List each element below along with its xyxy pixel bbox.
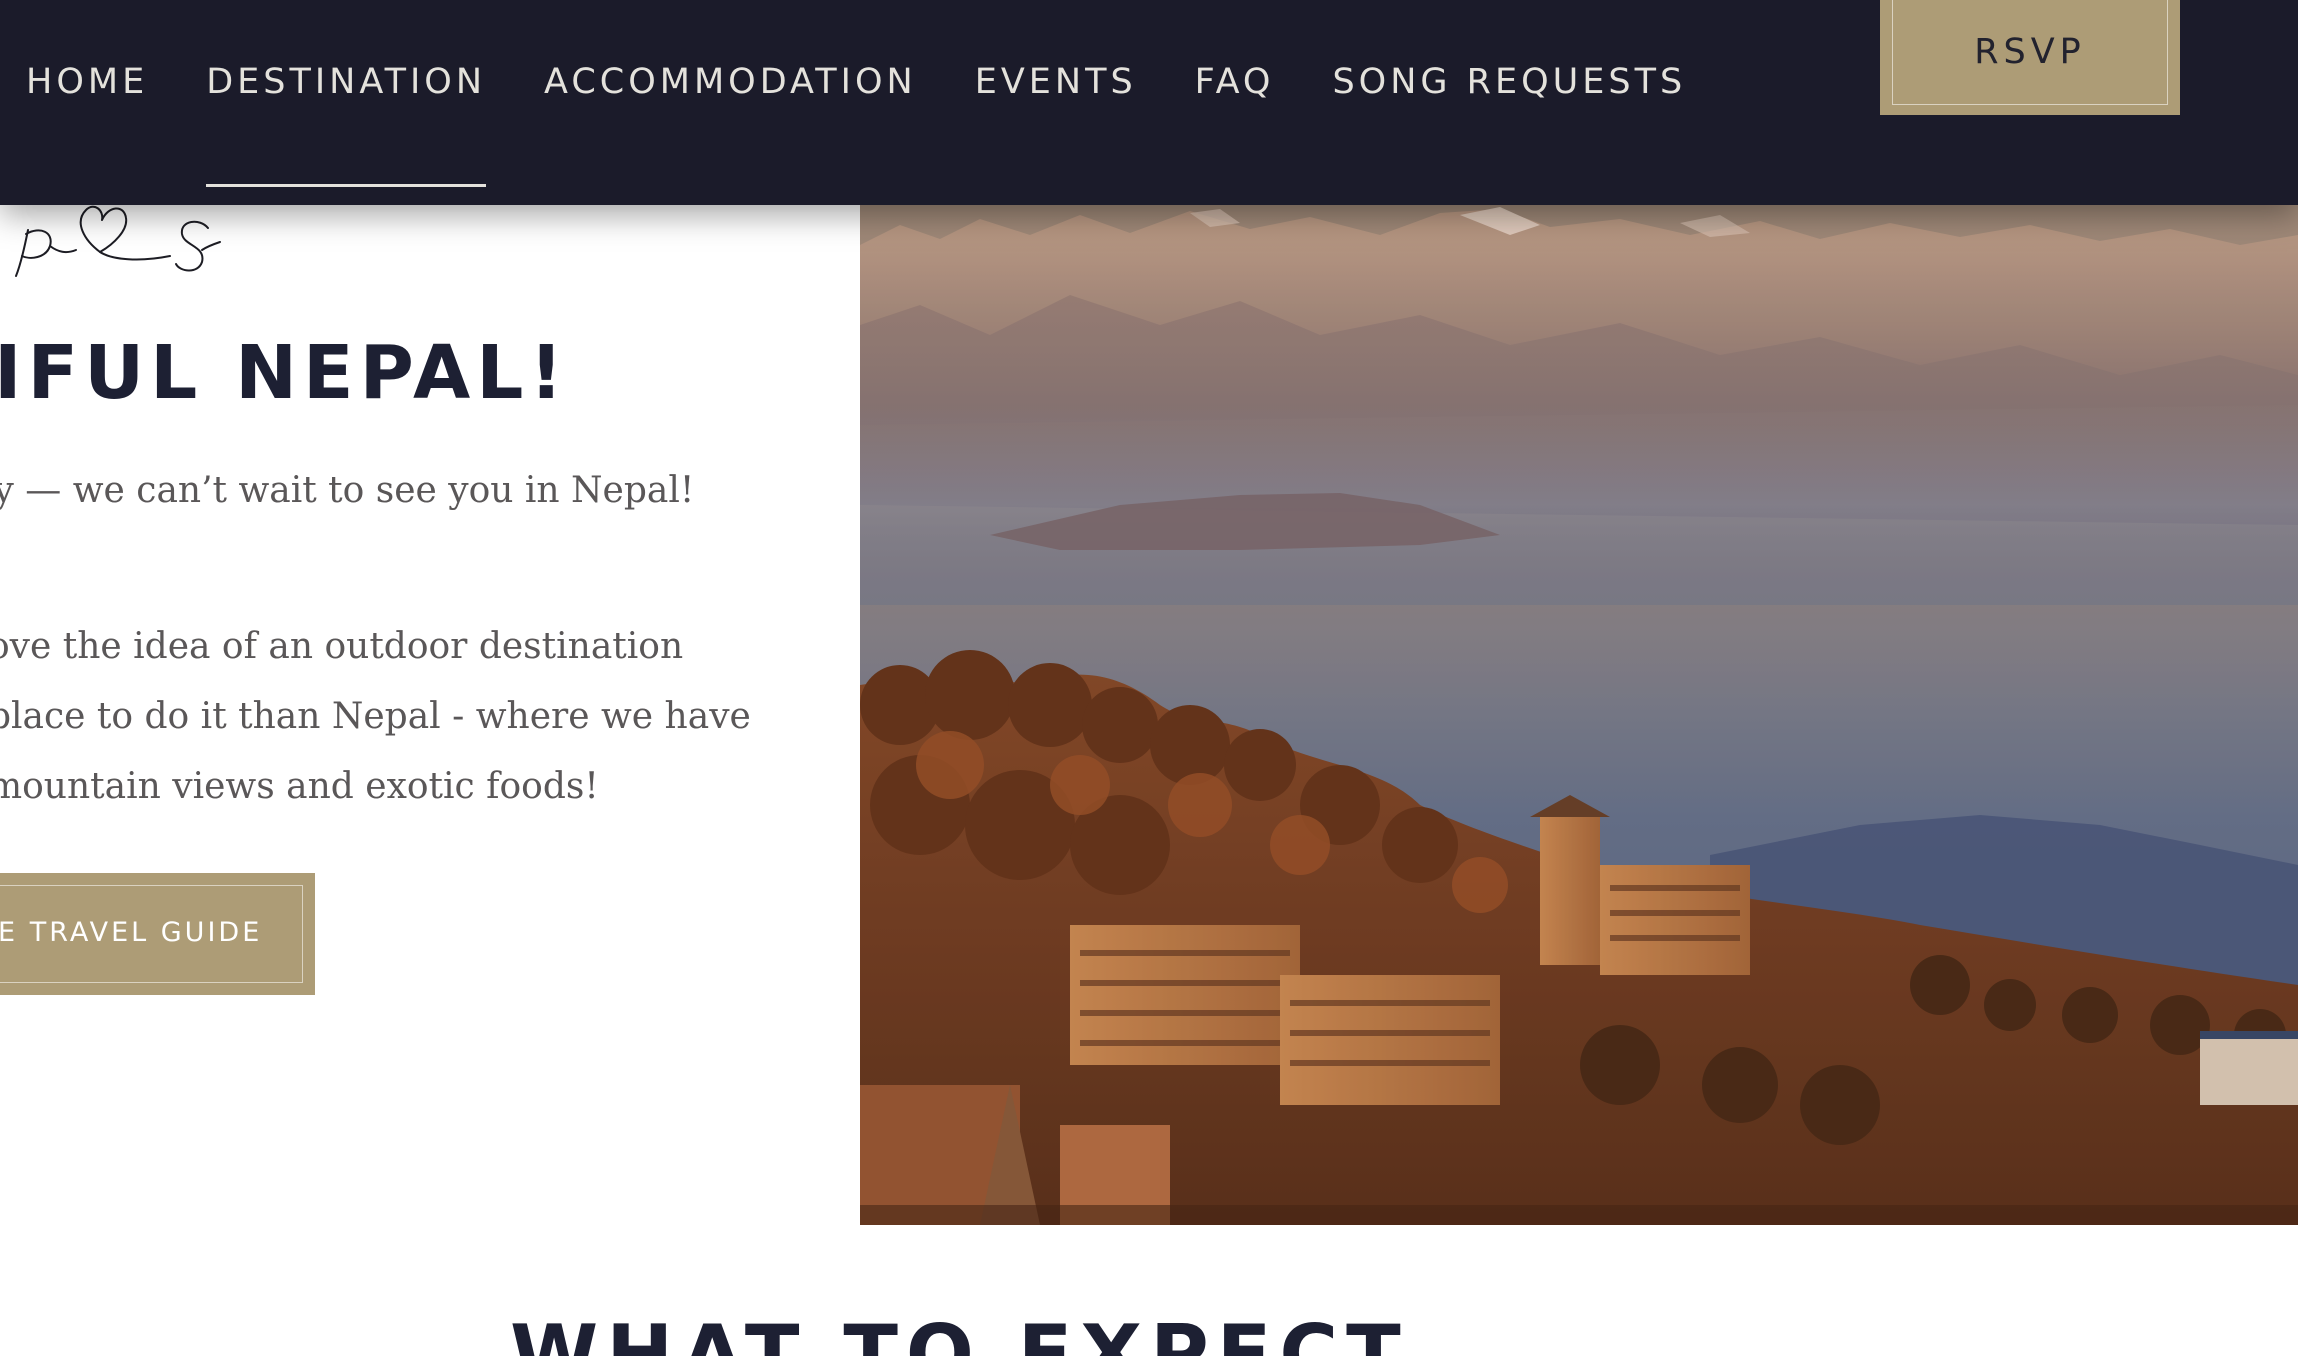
nav-link-accommodation[interactable]: ACCOMMODATION: [544, 58, 917, 106]
hero-paragraph-line: place to do it than Nepal - where we hav…: [0, 696, 751, 737]
page: HOME DESTINATION ACCOMMODATION EVENTS FA…: [0, 0, 2298, 1356]
top-navigation-bar: HOME DESTINATION ACCOMMODATION EVENTS FA…: [0, 0, 2298, 205]
nav-link-destination[interactable]: DESTINATION: [206, 58, 486, 187]
travel-guide-button-label: EE TRAVEL GUIDE: [0, 917, 263, 948]
nav-link-faq[interactable]: FAQ: [1195, 58, 1275, 106]
nav-links: HOME DESTINATION ACCOMMODATION EVENTS FA…: [26, 58, 1686, 187]
hero-heading: IFUL NEPAL!: [0, 330, 570, 416]
rsvp-button[interactable]: RSVP: [1880, 0, 2180, 115]
hero-paragraph: ove the idea of an outdoor destination p…: [0, 612, 751, 822]
nav-link-song-requests[interactable]: SONG REQUESTS: [1332, 58, 1686, 106]
nav-link-home[interactable]: HOME: [26, 58, 148, 106]
hero-paragraph-line: ove the idea of an outdoor destination: [0, 626, 684, 667]
travel-guide-button[interactable]: EE TRAVEL GUIDE: [0, 873, 315, 995]
monogram-logo: [15, 205, 221, 277]
hero-paragraph-line: mountain views and exotic foods!: [0, 766, 599, 807]
hero-intro-text: ly — we can’t wait to see you in Nepal!: [0, 470, 695, 511]
nepal-mountain-photo: [860, 205, 2298, 1225]
rsvp-button-label: RSVP: [1974, 32, 2086, 72]
nav-link-events[interactable]: EVENTS: [975, 58, 1137, 106]
section-heading-what-to-expect: WHAT TO EXPECT: [510, 1308, 1409, 1356]
